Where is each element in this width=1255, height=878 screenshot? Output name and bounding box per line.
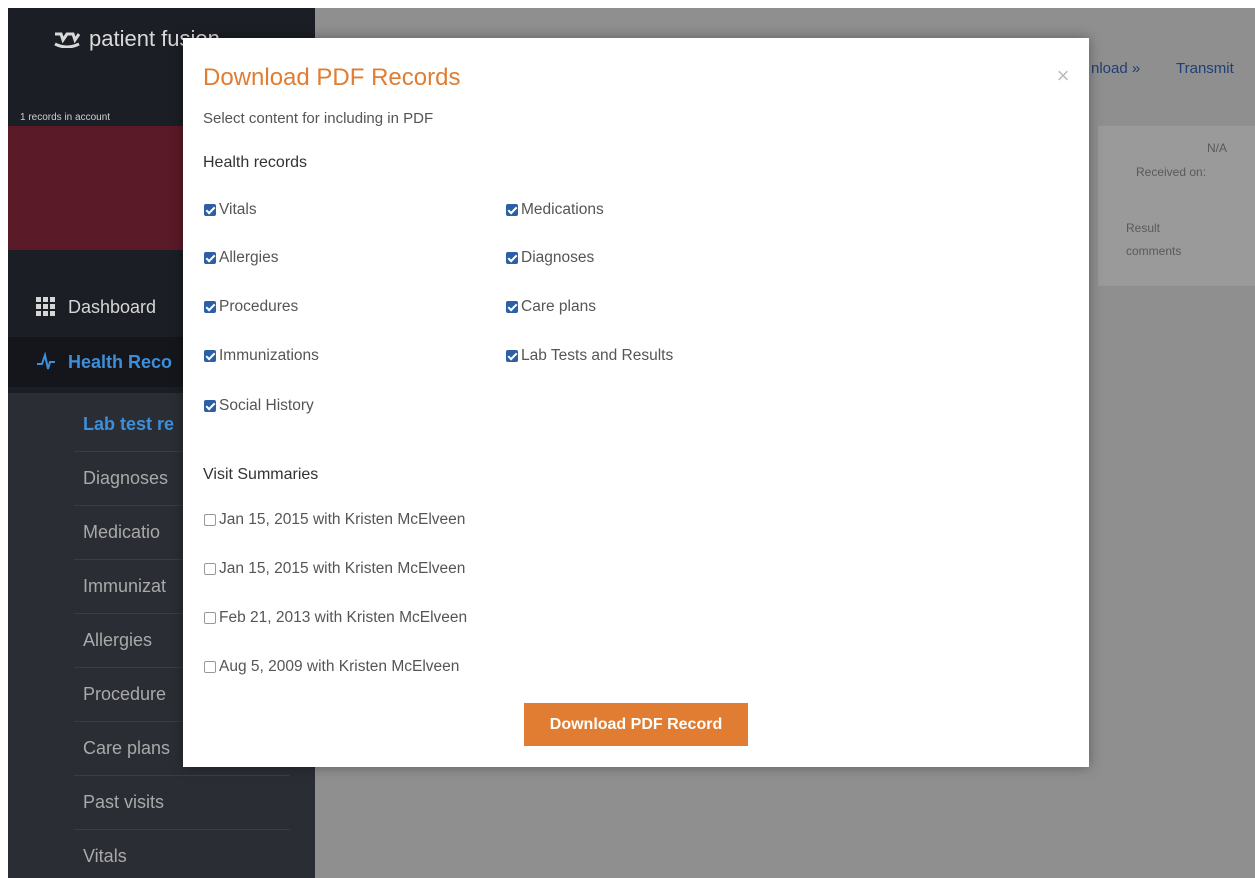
checkbox-visit-summary[interactable]: Jan 15, 2015 with Kristen McElveen [204,510,465,530]
checkbox-care-plans[interactable]: Care plans [506,297,596,317]
checkbox-allergies[interactable]: Allergies [204,248,278,268]
checkbox-label: Lab Tests and Results [521,347,674,364]
checkbox-label: Allergies [219,249,279,266]
checkbox-checked-icon[interactable] [506,204,518,216]
visit-summaries-heading: Visit Summaries [203,466,319,483]
records-count: 1 records in account [20,112,111,123]
checkbox-checked-icon[interactable] [204,301,216,313]
checkbox-label: Procedures [219,298,299,315]
checkbox-label: Aug 5, 2009 with Kristen McElveen [219,658,460,675]
checkbox-immunizations[interactable]: Immunizations [204,346,319,366]
modal-subtitle: Select content for including in PDF [203,110,434,127]
header-transmit-link[interactable]: Transmit [1176,60,1234,77]
checkbox-label: Care plans [521,298,596,315]
checkbox-unchecked-icon[interactable] [204,514,216,526]
checkbox-label: Jan 15, 2015 with Kristen McElveen [219,511,466,528]
checkbox-checked-icon[interactable] [204,252,216,264]
checkbox-checked-icon[interactable] [506,301,518,313]
patient-fusion-logo-icon [54,32,81,48]
checkbox-unchecked-icon[interactable] [204,661,216,673]
checkbox-label: Diagnoses [521,249,595,266]
checkbox-unchecked-icon[interactable] [204,612,216,624]
modal-title: Download PDF Records [203,64,461,91]
checkbox-lab-tests[interactable]: Lab Tests and Results [506,346,673,366]
close-icon[interactable]: × [1053,65,1073,87]
table-header-result: Result [1126,221,1161,235]
checkbox-social-history[interactable]: Social History [204,396,314,416]
checkbox-procedures[interactable]: Procedures [204,297,298,317]
lab-results-table [1098,126,1255,286]
checkbox-label: Feb 21, 2013 with Kristen McElveen [219,609,468,626]
download-pdf-button[interactable]: Download PDF Record [524,703,748,746]
checkbox-medications[interactable]: Medications [506,200,604,220]
checkbox-label: Vitals [219,201,257,218]
grid-icon [36,297,56,317]
checkbox-diagnoses[interactable]: Diagnoses [506,248,594,268]
checkbox-checked-icon[interactable] [204,350,216,362]
subnav-item-past-visits[interactable]: Past visits [74,776,290,830]
checkbox-unchecked-icon[interactable] [204,563,216,575]
checkbox-checked-icon[interactable] [204,400,216,412]
checkbox-visit-summary[interactable]: Feb 21, 2013 with Kristen McElveen [204,608,467,628]
checkbox-label: Medications [521,201,604,218]
table-value-na: N/A [1207,141,1228,155]
checkbox-checked-icon[interactable] [204,204,216,216]
checkbox-label: Social History [219,397,314,414]
nav-health-records-label: Health Reco [68,351,173,372]
account-redacted-block [8,126,184,250]
health-records-heading: Health records [203,154,308,171]
subnav-item-vitals[interactable]: Vitals [74,830,290,878]
download-pdf-modal: Download PDF Records × Select content fo… [183,38,1089,767]
nav-dashboard-label: Dashboard [68,296,157,317]
checkbox-visit-summary[interactable]: Jan 15, 2015 with Kristen McElveen [204,559,465,579]
table-received-on: Received on: [1136,165,1207,179]
checkbox-label: Immunizations [219,347,319,364]
checkbox-label: Jan 15, 2015 with Kristen McElveen [219,560,466,577]
table-header-comments: comments [1126,244,1182,258]
checkbox-checked-icon[interactable] [506,252,518,264]
checkbox-vitals[interactable]: Vitals [204,200,257,220]
header-download-link[interactable]: nload » [1091,60,1140,77]
pulse-icon [36,352,56,372]
checkbox-checked-icon[interactable] [506,350,518,362]
checkbox-visit-summary[interactable]: Aug 5, 2009 with Kristen McElveen [204,657,459,677]
